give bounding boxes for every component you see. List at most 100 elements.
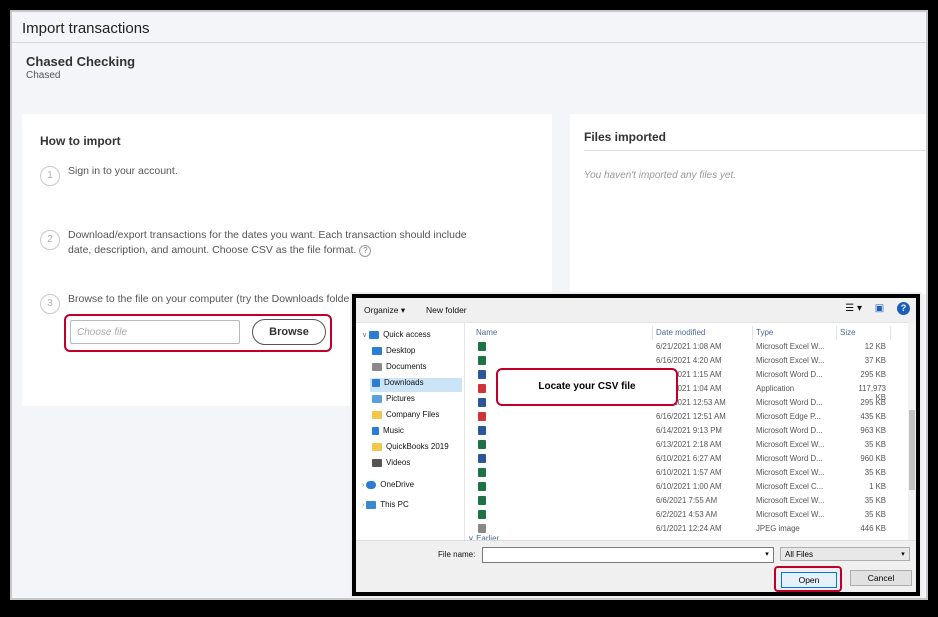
download-icon: [372, 378, 380, 387]
nav-pictures[interactable]: Pictures: [372, 394, 415, 408]
file-row[interactable]: 6/10/2021 1:57 AM Microsoft Excel W... 35 …: [466, 466, 896, 480]
dialog-toolbar: Organize ▾ New folder ☰ ▾ ▣ ?: [356, 298, 916, 323]
column-divider: [890, 326, 891, 340]
file-size: 295 KB: [860, 370, 886, 379]
chevron-down-icon[interactable]: ▾: [761, 548, 773, 562]
file-date: 6/1/2021 12:24 AM: [656, 524, 722, 533]
file-row[interactable]: 6/16/2021 12:51 AM Microsoft Edge P... 435…: [466, 410, 896, 424]
new-folder-button[interactable]: New folder: [426, 305, 467, 315]
file-name-label: File name:: [438, 550, 476, 559]
file-row[interactable]: 6/10/2021 1:00 AM Microsoft Excel C... 1 K…: [466, 480, 896, 494]
nav-label: Music: [383, 426, 404, 435]
choose-file-input[interactable]: Choose file: [70, 320, 240, 344]
nav-music[interactable]: Music: [372, 426, 404, 440]
file-type-icon: [478, 440, 486, 449]
preview-pane-icon[interactable]: ▣: [875, 303, 884, 314]
file-row[interactable]: 6/13/2021 2:18 AM Microsoft Excel W... 35 …: [466, 438, 896, 452]
file-type-icon: [478, 398, 486, 407]
dialog-bottom-bar: File name: ▾ All Files ▾ Open Cancel: [356, 540, 916, 592]
nav-desktop[interactable]: Desktop: [372, 346, 415, 360]
file-type-filter[interactable]: All Files ▾: [780, 547, 910, 561]
column-header-type[interactable]: Type: [756, 328, 773, 337]
file-row[interactable]: 6/6/2021 7:55 AM Microsoft Excel W... 35 K…: [466, 494, 896, 508]
file-row[interactable]: 6/10/2021 6:27 AM Microsoft Word D... 960 …: [466, 452, 896, 466]
file-row[interactable]: 6/2/2021 4:53 AM Microsoft Excel W... 35 K…: [466, 508, 896, 522]
file-type: Microsoft Excel W...: [756, 440, 825, 449]
column-divider: [652, 326, 653, 340]
file-row[interactable]: 6/14/2021 9:13 PM Microsoft Word D... 963 …: [466, 424, 896, 438]
column-divider: [752, 326, 753, 340]
column-header-date[interactable]: Date modified: [656, 328, 705, 337]
music-icon: [372, 426, 379, 435]
browse-button[interactable]: Browse: [252, 319, 326, 345]
file-type: JPEG image: [756, 524, 800, 533]
computer-icon: [366, 500, 377, 509]
folder-icon: [372, 442, 382, 451]
open-button[interactable]: Open: [781, 572, 837, 588]
file-type-icon: [478, 496, 486, 505]
nav-label: Quick access: [383, 330, 431, 339]
nav-documents[interactable]: Documents: [372, 362, 426, 376]
help-icon[interactable]: ?: [897, 302, 910, 315]
page-header: Import transactions: [12, 12, 926, 43]
file-type-icon: [478, 524, 486, 533]
file-size: 37 KB: [864, 356, 886, 365]
file-row[interactable]: 6/1/2021 12:24 AM JPEG image 446 KB: [466, 522, 896, 536]
file-size: 1 KB: [869, 482, 886, 491]
how-to-import-title: How to import: [40, 134, 121, 148]
step-2-number: 2: [40, 230, 60, 250]
file-date: 6/10/2021 1:00 AM: [656, 482, 722, 491]
open-button-highlight: Open: [774, 566, 842, 592]
file-type: Microsoft Excel C...: [756, 482, 824, 491]
file-type-icon: [478, 412, 486, 421]
step-1-number: 1: [40, 166, 60, 186]
nav-label: Downloads: [384, 378, 424, 387]
scrollbar-thumb[interactable]: [909, 410, 915, 490]
pictures-icon: [372, 394, 382, 403]
videos-icon: [372, 458, 382, 467]
column-divider: [836, 326, 837, 340]
file-size: 960 KB: [860, 454, 886, 463]
column-header-name[interactable]: Name: [476, 328, 497, 337]
nav-quickbooks-2019[interactable]: QuickBooks 2019: [372, 442, 449, 456]
file-date: 6/10/2021 1:57 AM: [656, 468, 722, 477]
nav-downloads[interactable]: Downloads: [370, 378, 462, 392]
files-imported-panel: Files imported You haven't imported any …: [570, 114, 926, 294]
file-size: 35 KB: [864, 468, 886, 477]
file-name-input[interactable]: ▾: [482, 547, 774, 563]
help-icon[interactable]: ?: [359, 245, 372, 257]
files-imported-empty: You haven't imported any files yet.: [584, 170, 736, 181]
column-header-size[interactable]: Size: [840, 328, 856, 337]
nav-onedrive[interactable]: › OneDrive: [362, 480, 414, 494]
filter-label: All Files: [785, 550, 814, 559]
file-row[interactable]: 6/16/2021 4:20 AM Microsoft Excel W... 37 …: [466, 354, 896, 368]
file-size: 446 KB: [860, 524, 886, 533]
nav-company-files[interactable]: Company Files: [372, 410, 439, 424]
file-type: Microsoft Word D...: [756, 370, 823, 379]
file-type: Microsoft Excel W...: [756, 496, 825, 505]
chevron-down-icon: ▾: [901, 551, 905, 558]
file-type-icon: [478, 426, 486, 435]
file-size: 963 KB: [860, 426, 886, 435]
file-open-dialog: Organize ▾ New folder ☰ ▾ ▣ ? ∨ Quick ac…: [356, 298, 916, 592]
account-name: Chased Checking: [26, 54, 136, 69]
nav-this-pc[interactable]: › This PC: [362, 500, 409, 514]
file-type: Microsoft Edge P...: [756, 412, 821, 421]
file-type-icon: [478, 342, 486, 351]
file-type: Microsoft Word D...: [756, 454, 823, 463]
organize-menu[interactable]: Organize ▾: [364, 305, 405, 316]
cloud-icon: [366, 480, 377, 489]
nav-quick-access[interactable]: ∨ Quick access: [362, 330, 431, 344]
file-list-scrollbar[interactable]: [908, 322, 916, 540]
file-size: 35 KB: [864, 440, 886, 449]
file-size: 35 KB: [864, 496, 886, 505]
file-size: 295 KB: [860, 398, 886, 407]
nav-videos[interactable]: Videos: [372, 458, 410, 472]
file-row[interactable]: 6/21/2021 1:08 AM Microsoft Excel W... 12 …: [466, 340, 896, 354]
file-date: 6/16/2021 12:51 AM: [656, 412, 726, 421]
nav-label: This PC: [380, 500, 409, 509]
file-type-icon: [478, 384, 486, 393]
cancel-button[interactable]: Cancel: [850, 570, 912, 586]
view-options-icon[interactable]: ☰ ▾: [845, 303, 862, 314]
file-date: 6/13/2021 2:18 AM: [656, 440, 722, 449]
